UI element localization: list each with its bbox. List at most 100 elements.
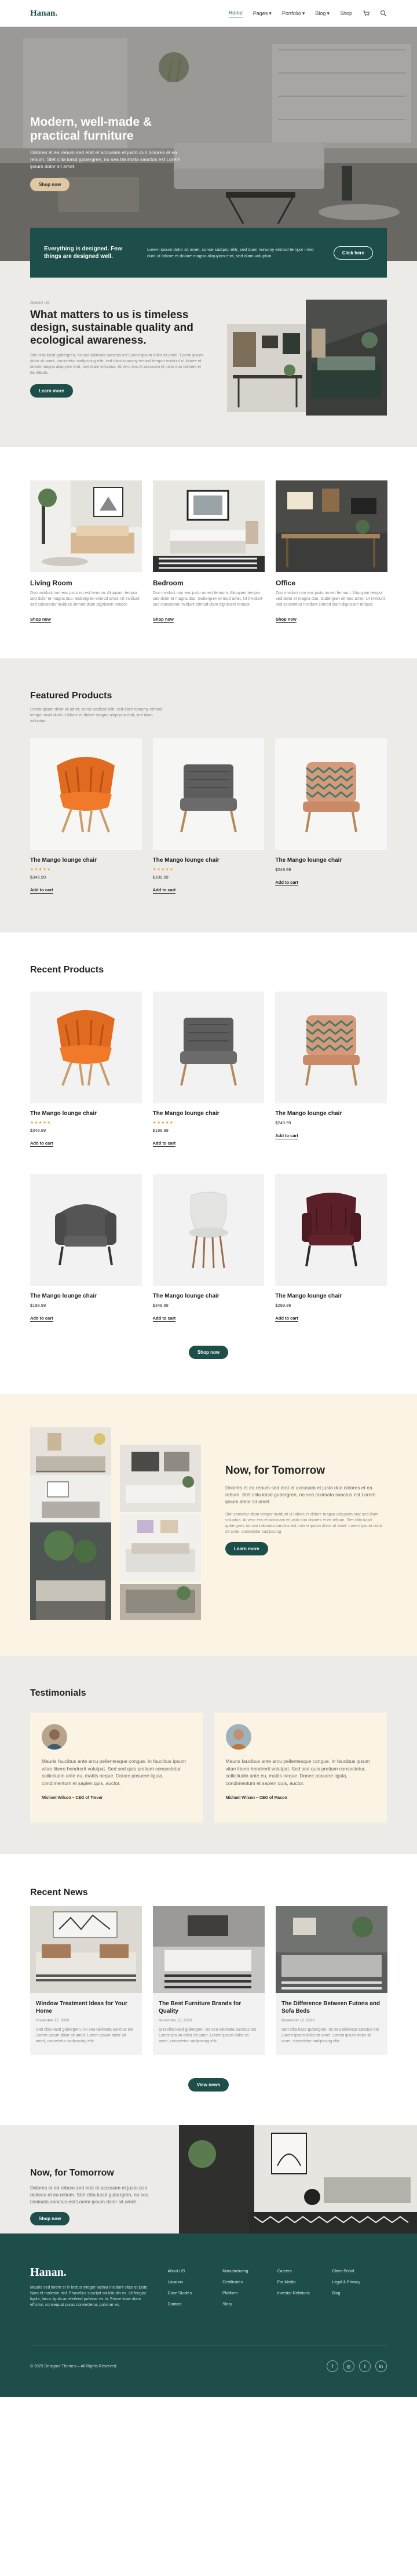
product-name[interactable]: The Mango lounge chair bbox=[153, 857, 265, 863]
footer-link[interactable]: Manufacturing bbox=[222, 2266, 277, 2277]
wall-art-gallery-image bbox=[120, 1445, 201, 1512]
footer-link[interactable]: For Media bbox=[277, 2277, 332, 2288]
product-name[interactable]: The Mango lounge chair bbox=[153, 1293, 265, 1299]
product-name[interactable]: The Mango lounge chair bbox=[275, 1293, 387, 1299]
banner-text: Lorem ipsum dolor sit amet, conse sadips… bbox=[147, 247, 314, 258]
view-news-button[interactable]: View news bbox=[188, 2078, 229, 2092]
news-date: November 12, 2020 bbox=[159, 2018, 192, 2023]
avatar bbox=[42, 1724, 67, 1750]
footer-link[interactable]: Blog bbox=[332, 2288, 387, 2299]
nav-blog[interactable]: Blog ▾ bbox=[315, 10, 330, 17]
footer-link[interactable]: Platform bbox=[222, 2288, 277, 2299]
footer-logo[interactable]: Hanan. bbox=[30, 2266, 168, 2279]
add-to-cart-button[interactable]: Add to cart bbox=[275, 1133, 298, 1139]
twitter-icon[interactable]: t bbox=[359, 2360, 371, 2372]
nav-pages[interactable]: Pages ▾ bbox=[253, 10, 272, 17]
cart-icon[interactable] bbox=[363, 10, 370, 17]
avatar bbox=[225, 1724, 251, 1750]
bedroom-category-image[interactable] bbox=[153, 480, 265, 572]
product-card: The Mango lounge chair ★★★★★ $199.99 Add… bbox=[152, 738, 265, 894]
testimonial-quote: Mauris faucibus ante arcu pellentesque c… bbox=[42, 1758, 186, 1786]
product-name[interactable]: The Mango lounge chair bbox=[30, 1110, 142, 1117]
news-title[interactable]: The Difference Between Futons and Sofa B… bbox=[281, 2000, 382, 2015]
living-room-image[interactable] bbox=[30, 480, 142, 572]
footer-column: Manufacturing Certificates Platform Stor… bbox=[222, 2266, 277, 2310]
footer-link[interactable]: Legal & Privacy bbox=[332, 2277, 387, 2288]
product-name[interactable]: The Mango lounge chair bbox=[30, 857, 142, 863]
product-image[interactable] bbox=[275, 1174, 387, 1286]
product-image[interactable] bbox=[30, 738, 142, 850]
news-image[interactable] bbox=[30, 1906, 142, 1993]
footer-link[interactable]: Certificates bbox=[222, 2277, 277, 2288]
footer-link[interactable]: Story bbox=[222, 2299, 277, 2310]
product-image[interactable] bbox=[30, 992, 142, 1103]
testimonial-list: Mauris faucibus ante arcu pellentesque c… bbox=[30, 1713, 387, 1823]
site-logo[interactable]: Hanan. bbox=[30, 9, 57, 19]
news-image[interactable] bbox=[153, 1906, 265, 1993]
product-name[interactable]: The Mango lounge chair bbox=[153, 1110, 265, 1117]
footer-link[interactable]: Client Portal bbox=[332, 2266, 387, 2277]
product-image[interactable] bbox=[275, 992, 387, 1103]
about-images bbox=[227, 300, 387, 416]
office-category-image[interactable] bbox=[276, 480, 387, 572]
bedroom-gallery-image bbox=[120, 1514, 201, 1582]
footer-link[interactable]: Investor Relations bbox=[277, 2288, 332, 2299]
footer-link[interactable]: Case Studies bbox=[168, 2288, 223, 2299]
chevron-down-icon: ▾ bbox=[302, 10, 305, 16]
add-to-cart-button[interactable]: Add to cart bbox=[275, 880, 298, 886]
footer-link[interactable]: Careers bbox=[277, 2266, 332, 2277]
bedroom-image bbox=[306, 300, 387, 416]
cta-shop-now-button[interactable]: Shop now bbox=[30, 2212, 70, 2225]
add-to-cart-button[interactable]: Add to cart bbox=[152, 1316, 176, 1322]
product-name[interactable]: The Mango lounge chair bbox=[275, 1110, 387, 1117]
add-to-cart-button[interactable]: Add to cart bbox=[30, 1316, 53, 1322]
about-learn-more-button[interactable]: Learn more bbox=[30, 384, 73, 398]
facebook-icon[interactable]: f bbox=[327, 2360, 338, 2372]
product-image[interactable] bbox=[275, 738, 387, 850]
linkedin-icon[interactable]: in bbox=[375, 2360, 387, 2372]
product-card: The Mango lounge chair ★★★★★ $349.99 Add… bbox=[30, 992, 142, 1147]
hero-shop-button[interactable]: Shop now bbox=[30, 178, 70, 191]
instagram-icon[interactable]: ◎ bbox=[343, 2360, 354, 2372]
add-to-cart-button[interactable]: Add to cart bbox=[275, 1316, 298, 1322]
chevron-down-icon: ▾ bbox=[269, 10, 272, 16]
nav-shop[interactable]: Shop bbox=[340, 10, 352, 16]
nav-home[interactable]: Home bbox=[228, 10, 243, 17]
product-image[interactable] bbox=[152, 738, 265, 850]
category-card: Living Room Duo invidunt non eos justo n… bbox=[30, 480, 142, 624]
category-shop-link[interactable]: Shop now bbox=[30, 617, 51, 623]
news-excerpt: Stet clita kasd gubergren, no sea takima… bbox=[281, 2028, 379, 2043]
search-icon[interactable] bbox=[380, 10, 387, 17]
nav-portfolio[interactable]: Portfolio ▾ bbox=[282, 10, 305, 17]
cta-text: Dolores et ea rebum sed erat et accusam … bbox=[30, 2185, 149, 2205]
news-image[interactable] bbox=[276, 1906, 387, 1993]
category-shop-link[interactable]: Shop now bbox=[153, 617, 174, 623]
add-to-cart-button[interactable]: Add to cart bbox=[152, 1141, 176, 1147]
product-image[interactable] bbox=[152, 992, 265, 1103]
add-to-cart-button[interactable]: Add to cart bbox=[30, 887, 53, 894]
interior-gallery bbox=[30, 1427, 201, 1620]
office-desk-image bbox=[227, 324, 308, 412]
category-shop-link[interactable]: Shop now bbox=[276, 617, 297, 623]
tomorrow-learn-more-button[interactable]: Learn more bbox=[225, 1542, 268, 1555]
news-title[interactable]: Window Treatment Ideas for Your Home bbox=[36, 2000, 136, 2015]
product-card: The Mango lounge chair $349.99 Add to ca… bbox=[152, 1174, 265, 1322]
product-image[interactable] bbox=[152, 1174, 265, 1286]
banner-click-button[interactable]: Click here bbox=[333, 246, 373, 260]
category-text: Duo invidunt non eos justo no est fermum… bbox=[153, 591, 262, 607]
recent-shop-now-button[interactable]: Shop now bbox=[188, 1346, 229, 1359]
site-header: Hanan. Home Pages ▾ Portfolio ▾ Blog ▾ Shop bbox=[0, 0, 417, 27]
product-card: The Mango lounge chair $249.99 Add to ca… bbox=[275, 738, 387, 894]
footer-link[interactable]: Location bbox=[168, 2277, 223, 2288]
add-to-cart-button[interactable]: Add to cart bbox=[152, 887, 176, 894]
tomorrow-content: Now, for Tomorrow Dolores et ea rebum se… bbox=[225, 1427, 387, 1620]
product-price: $199.99 bbox=[152, 1128, 169, 1133]
news-title[interactable]: The Best Furniture Brands for Quality bbox=[159, 2000, 259, 2015]
about-text: Stet clita kasd gubergren, no sea takima… bbox=[30, 354, 203, 375]
product-name[interactable]: The Mango lounge chair bbox=[30, 1293, 142, 1299]
add-to-cart-button[interactable]: Add to cart bbox=[30, 1141, 53, 1147]
product-image[interactable] bbox=[30, 1174, 142, 1286]
product-name[interactable]: The Mango lounge chair bbox=[275, 857, 387, 863]
footer-link[interactable]: Contact bbox=[168, 2299, 223, 2310]
footer-link[interactable]: About US bbox=[168, 2266, 223, 2277]
